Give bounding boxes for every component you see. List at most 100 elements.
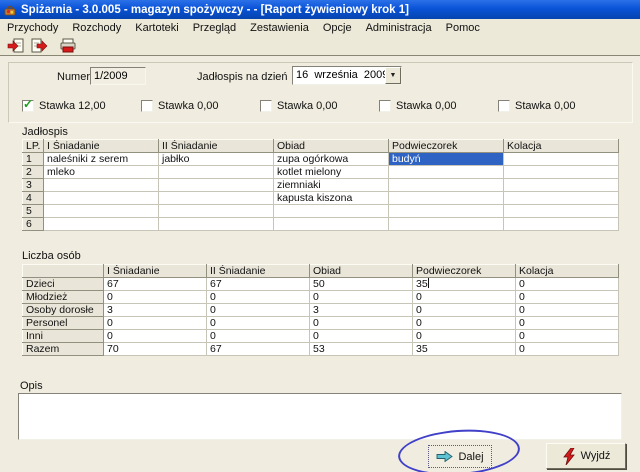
stawka-checkbox-3[interactable]: Stawka 0,00: [260, 100, 338, 112]
jadlospis-cell[interactable]: ziemniaki: [274, 179, 389, 192]
row-number-cell: 5: [23, 205, 44, 218]
osoby-cell[interactable]: 67: [207, 278, 310, 291]
osoby-cell[interactable]: 0: [516, 304, 619, 317]
osoby-cell[interactable]: 0: [413, 317, 516, 330]
menu-item-rozchody[interactable]: Rozchody: [65, 21, 128, 35]
menu-item-kartoteki[interactable]: Kartoteki: [128, 21, 185, 35]
jadlospis-cell[interactable]: mleko: [44, 166, 159, 179]
jadlospis-cell[interactable]: [504, 179, 619, 192]
jadlospis-cell[interactable]: [389, 166, 504, 179]
document-out-button[interactable]: [27, 36, 50, 55]
jadlospis-cell[interactable]: [44, 192, 159, 205]
jadlospis-cell[interactable]: [44, 205, 159, 218]
jadlospis-row-6: 6: [23, 218, 619, 231]
osoby-cell[interactable]: 3: [310, 304, 413, 317]
osoby-cell[interactable]: 3: [104, 304, 207, 317]
osoby-cell[interactable]: 0: [413, 291, 516, 304]
osoby-cell[interactable]: 0: [207, 317, 310, 330]
wyjdz-button[interactable]: Wyjdź: [546, 443, 626, 469]
menu-item-administracja[interactable]: Administracja: [359, 21, 439, 35]
jadlospis-cell[interactable]: [504, 153, 619, 166]
jadlospis-cell[interactable]: jabłko: [159, 153, 274, 166]
menu-item-opcje[interactable]: Opcje: [316, 21, 359, 35]
jadlospis-cell[interactable]: [159, 192, 274, 205]
osoby-cell[interactable]: 0: [516, 278, 619, 291]
osoby-cell[interactable]: 53: [310, 343, 413, 356]
stawka-checkbox-2[interactable]: Stawka 0,00: [141, 100, 219, 112]
menu-item-przegla-d[interactable]: Przegląd: [186, 21, 243, 35]
checkbox-unchecked-icon[interactable]: [260, 100, 272, 112]
osoby-cell[interactable]: 0: [516, 291, 619, 304]
jadlospis-cell[interactable]: naleśniki z serem: [44, 153, 159, 166]
osoby-cell[interactable]: 0: [104, 317, 207, 330]
jadlospis-row-3: 3ziemniaki: [23, 179, 619, 192]
document-in-icon: [7, 37, 25, 54]
checkbox-checked-icon[interactable]: ✓: [22, 100, 34, 112]
jadlospis-cell[interactable]: [274, 218, 389, 231]
jadlospis-cell[interactable]: [44, 179, 159, 192]
print-button[interactable]: [56, 36, 79, 55]
checkbox-unchecked-icon[interactable]: [379, 100, 391, 112]
jadlospis-cell[interactable]: [504, 218, 619, 231]
jadlospis-cell[interactable]: [389, 179, 504, 192]
jadlospis-cell[interactable]: [159, 166, 274, 179]
menu-item-zestawienia[interactable]: Zestawienia: [243, 21, 316, 35]
stawka-checkbox-1[interactable]: ✓Stawka 12,00: [22, 100, 106, 112]
date-combobox[interactable]: 16 września 2009 ▼: [292, 66, 402, 85]
row-label-cell: Dzieci: [23, 278, 104, 291]
jadlospis-cell[interactable]: [389, 192, 504, 205]
osoby-cell[interactable]: 0: [310, 330, 413, 343]
text-caret: [428, 278, 429, 288]
jadlospis-selected-cell[interactable]: budyń: [389, 153, 504, 166]
toolbar: [0, 36, 640, 56]
column-header-i-sniadanie: I Śniadanie: [104, 265, 207, 278]
jadlospis-row-5: 5: [23, 205, 619, 218]
osoby-editing-cell[interactable]: 35: [413, 278, 516, 291]
stawka-checkbox-5[interactable]: Stawka 0,00: [498, 100, 576, 112]
osoby-cell[interactable]: 0: [207, 330, 310, 343]
osoby-cell[interactable]: 0: [413, 304, 516, 317]
osoby-row-m-odziez: Młodzież00000: [23, 291, 619, 304]
osoby-cell[interactable]: 0: [104, 330, 207, 343]
jadlospis-cell[interactable]: [504, 166, 619, 179]
osoby-cell[interactable]: 70: [104, 343, 207, 356]
menu-item-pomoc[interactable]: Pomoc: [439, 21, 487, 35]
opis-textarea[interactable]: [18, 393, 622, 440]
osoby-row-dzieci: Dzieci676750350: [23, 278, 619, 291]
osoby-cell[interactable]: 0: [516, 330, 619, 343]
jadlospis-cell[interactable]: [504, 192, 619, 205]
jadlospis-cell[interactable]: [389, 205, 504, 218]
jadlospis-cell[interactable]: [274, 205, 389, 218]
osoby-cell[interactable]: 0: [413, 330, 516, 343]
osoby-cell[interactable]: 0: [207, 304, 310, 317]
osoby-cell[interactable]: 0: [310, 291, 413, 304]
jadlospis-cell[interactable]: [159, 205, 274, 218]
document-in-button[interactable]: [4, 36, 27, 55]
osoby-cell[interactable]: 0: [516, 343, 619, 356]
jadlospis-cell[interactable]: [159, 218, 274, 231]
osoby-cell[interactable]: 0: [516, 317, 619, 330]
osoby-cell[interactable]: 67: [104, 278, 207, 291]
osoby-cell[interactable]: 35: [413, 343, 516, 356]
stawka-checkbox-4[interactable]: Stawka 0,00: [379, 100, 457, 112]
menu-item-przychody[interactable]: Przychody: [0, 21, 65, 35]
jadlospis-cell[interactable]: kapusta kiszona: [274, 192, 389, 205]
jadlospis-row-4: 4kapusta kiszona: [23, 192, 619, 205]
check-icon: ✓: [23, 98, 33, 110]
jadlospis-cell[interactable]: kotlet mielony: [274, 166, 389, 179]
osoby-cell[interactable]: 50: [310, 278, 413, 291]
jadlospis-cell[interactable]: [389, 218, 504, 231]
jadlospis-cell[interactable]: [504, 205, 619, 218]
dalej-button[interactable]: Dalej: [428, 445, 492, 468]
osoby-cell[interactable]: 0: [104, 291, 207, 304]
osoby-cell[interactable]: 67: [207, 343, 310, 356]
checkbox-unchecked-icon[interactable]: [498, 100, 510, 112]
osoby-cell[interactable]: 0: [310, 317, 413, 330]
numer-input[interactable]: [90, 67, 146, 85]
jadlospis-cell[interactable]: zupa ogórkowa: [274, 153, 389, 166]
jadlospis-cell[interactable]: [44, 218, 159, 231]
osoby-cell[interactable]: 0: [207, 291, 310, 304]
checkbox-unchecked-icon[interactable]: [141, 100, 153, 112]
date-dropdown-button[interactable]: ▼: [385, 67, 401, 84]
jadlospis-cell[interactable]: [159, 179, 274, 192]
